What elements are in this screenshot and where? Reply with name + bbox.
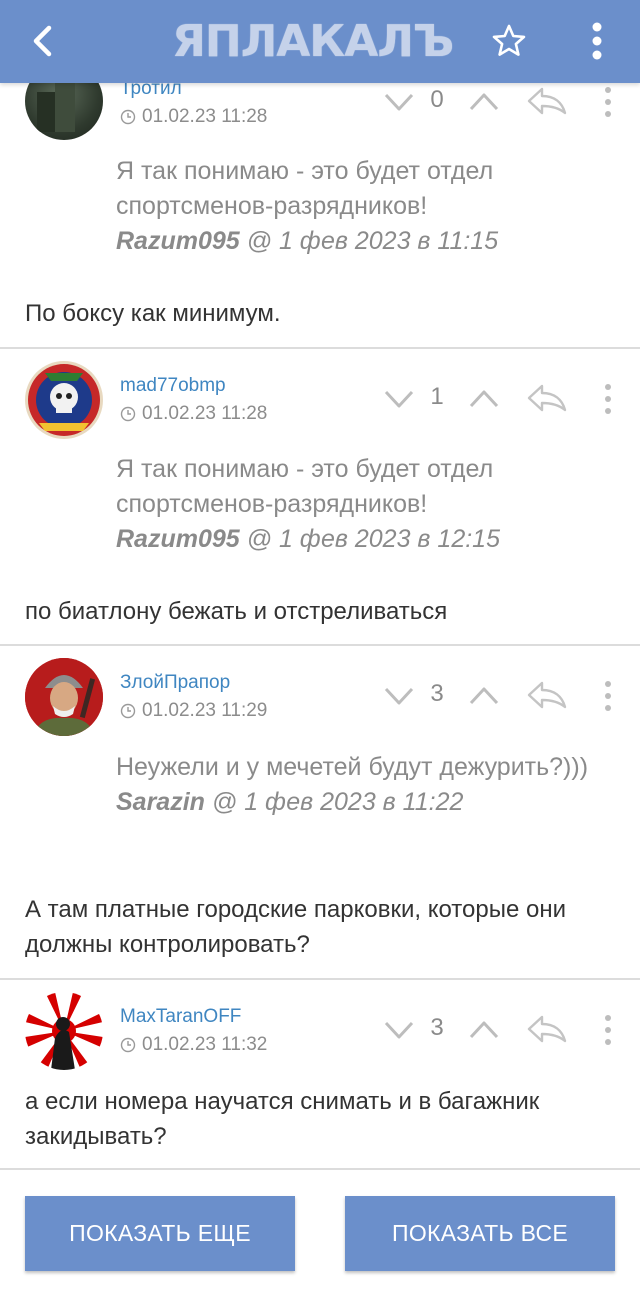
comment-quote: Неужели и у мечетей будут дежурить?))) S… <box>116 750 616 820</box>
reply-icon[interactable] <box>526 1014 568 1044</box>
comment-time: 01.02.23 11:28 <box>142 403 268 424</box>
reply-icon[interactable] <box>526 86 568 116</box>
quote-text: Неужели и у мечетей будут дежурить?))) <box>116 753 589 781</box>
quote-author[interactable]: Razum095 <box>116 227 240 255</box>
quote-meta: @ 1 фев 2023 в 12:15 <box>239 525 500 553</box>
comment-username[interactable]: MaxTaranOFF <box>120 1006 241 1028</box>
avatar[interactable] <box>25 658 103 736</box>
show-more-button[interactable]: ПОКАЗАТЬ ЕЩЕ <box>25 1196 295 1271</box>
reply-icon[interactable] <box>526 383 568 413</box>
clock-icon <box>120 703 136 719</box>
comment-rating: 1 <box>430 383 444 410</box>
comment-username[interactable]: mad77obmp <box>120 375 226 397</box>
vertical-dots-icon <box>592 22 602 60</box>
comment-quote: Я так понимаю - это будет отдел спортсме… <box>116 154 616 259</box>
quote-author[interactable]: Sarazin <box>116 788 205 816</box>
comment-username[interactable]: ЗлойПрапор <box>120 672 230 694</box>
quote-attribution: Razum095 @ 1 фев 2023 в 12:15 <box>116 522 616 557</box>
comment-menu-icon[interactable] <box>600 1014 616 1046</box>
comment-menu-icon[interactable] <box>600 86 616 118</box>
clock-icon <box>120 109 136 125</box>
comment-time: 01.02.23 11:29 <box>142 700 268 721</box>
avatar[interactable] <box>25 361 103 439</box>
vote-down-icon[interactable] <box>383 1018 415 1042</box>
comment: MaxTaranOFF 01.02.23 11:32 3 а если номе… <box>0 980 640 1170</box>
avatar-image <box>28 364 100 436</box>
favorite-button[interactable] <box>486 18 532 64</box>
quote-attribution: Razum095 @ 1 фев 2023 в 11:15 <box>116 224 616 259</box>
avatar[interactable] <box>25 992 103 1070</box>
top-app-bar: ЯПЛАКАЛЪ <box>0 0 640 83</box>
vote-up-icon[interactable] <box>468 387 500 411</box>
comment-timestamp: 01.02.23 11:29 <box>120 700 267 722</box>
comment-rating: 3 <box>430 680 444 707</box>
comment-text: А там платные городские парковки, которы… <box>25 896 566 958</box>
vote-down-icon[interactable] <box>383 684 415 708</box>
reply-icon[interactable] <box>526 680 568 710</box>
site-logo[interactable]: ЯПЛАКАЛЪ <box>172 14 472 68</box>
clock-icon <box>120 1037 136 1053</box>
comment: ЗлойПрапор 01.02.23 11:29 3 Неужели и у … <box>0 646 640 978</box>
comment-text: а если номера научатся снимать и в багаж… <box>25 1088 540 1150</box>
clock-icon <box>120 406 136 422</box>
comment-text: по биатлону бежать и отстреливаться <box>25 598 448 625</box>
vote-down-icon[interactable] <box>383 90 415 114</box>
show-all-button[interactable]: ПОКАЗАТЬ ВСЕ <box>345 1196 615 1271</box>
comment-menu-icon[interactable] <box>600 680 616 712</box>
quote-author[interactable]: Razum095 <box>116 525 240 553</box>
vote-up-icon[interactable] <box>468 1018 500 1042</box>
comment-divider <box>0 1168 640 1170</box>
star-outline-icon <box>492 24 526 56</box>
page: ЯПЛАКАЛЪ Тротил 01.02.23 11:28 0 Я так п… <box>0 0 640 1292</box>
comment-timestamp: 01.02.23 11:32 <box>120 1034 267 1056</box>
comment-rating: 0 <box>430 86 444 113</box>
vote-down-icon[interactable] <box>383 387 415 411</box>
vote-up-icon[interactable] <box>468 90 500 114</box>
quote-attribution: Sarazin @ 1 фев 2023 в 11:22 <box>116 785 616 820</box>
quote-meta: @ 1 фев 2023 в 11:22 <box>204 788 464 816</box>
overflow-menu-button[interactable] <box>574 18 620 64</box>
quote-meta: @ 1 фев 2023 в 11:15 <box>239 227 499 255</box>
site-logo-text: ЯПЛАКАЛЪ <box>172 15 454 67</box>
comment-time: 01.02.23 11:28 <box>142 106 268 127</box>
comment-timestamp: 01.02.23 11:28 <box>120 106 267 128</box>
comment: mad77obmp 01.02.23 11:28 1 Я так понимаю… <box>0 349 640 645</box>
quote-text: Я так понимаю - это будет отдел спортсме… <box>116 157 494 220</box>
avatar-image <box>25 992 103 1070</box>
avatar-image <box>25 658 103 736</box>
back-button[interactable] <box>20 18 66 64</box>
comment-rating: 3 <box>430 1014 444 1041</box>
vote-up-icon[interactable] <box>468 684 500 708</box>
comment-text: По боксу как минимум. <box>25 300 281 327</box>
comment-timestamp: 01.02.23 11:28 <box>120 403 267 425</box>
comment-time: 01.02.23 11:32 <box>142 1034 268 1055</box>
comment-menu-icon[interactable] <box>600 383 616 415</box>
chevron-left-icon <box>33 25 52 57</box>
quote-text: Я так понимаю - это будет отдел спортсме… <box>116 455 494 518</box>
comment-quote: Я так понимаю - это будет отдел спортсме… <box>116 452 616 557</box>
